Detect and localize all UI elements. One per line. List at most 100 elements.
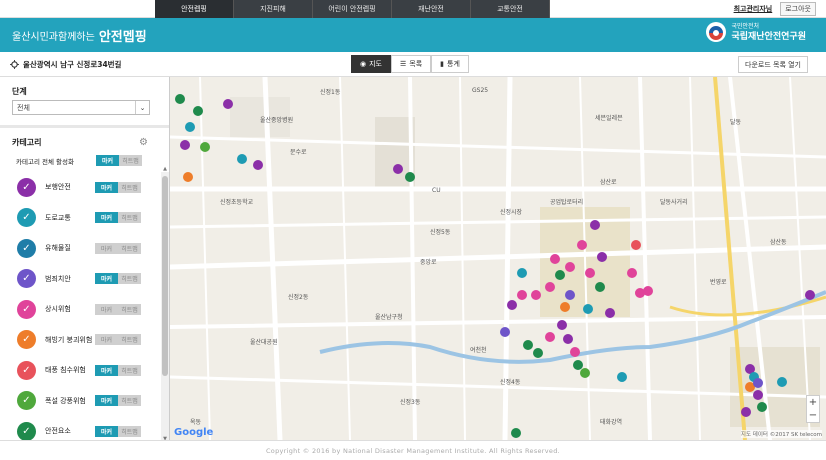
tab-disaster-safety[interactable]: 재난안전 bbox=[392, 0, 471, 18]
category-toggle: 마커 히트맵 bbox=[95, 364, 141, 376]
category-toggle: 마커 히트맵 bbox=[95, 181, 141, 193]
view-map-label: 지도 bbox=[369, 60, 382, 68]
all-marker-toggle[interactable]: 마커 bbox=[96, 155, 119, 166]
location-text: 울산광역시 남구 신정로34번길 bbox=[23, 59, 122, 69]
map-canvas[interactable]: 신정1동 신정2동 신정3동 신정4동 신정5동 옥동 달동 삼산동 울산대공원… bbox=[170, 77, 826, 440]
zoom-out-button[interactable]: − bbox=[807, 409, 819, 422]
category-toggle: 마커 히트맵 bbox=[95, 425, 141, 437]
zoom-in-button[interactable]: + bbox=[807, 396, 819, 409]
category-item[interactable]: ✓ 범죄치안 마커 히트맵 bbox=[0, 264, 160, 295]
map-label: 삼산동 bbox=[770, 239, 787, 246]
category-label: 안전요소 bbox=[45, 427, 71, 436]
chart-icon: ▮ bbox=[440, 60, 445, 68]
marker-toggle[interactable]: 마커 bbox=[95, 273, 118, 285]
heatmap-toggle[interactable]: 히트맵 bbox=[118, 334, 141, 346]
tab-safety-mapping[interactable]: 안전렙핑 bbox=[155, 0, 234, 18]
view-list-label: 목록 bbox=[409, 60, 423, 68]
check-icon: ✓ bbox=[17, 421, 36, 441]
marker-toggle[interactable]: 마커 bbox=[95, 395, 118, 407]
category-list: ✓ 보행안전 마커 히트맵 ✓ 도로교통 마커 히트맵 ✓ 유해물질 마커 히트… bbox=[0, 172, 160, 447]
org-ministry: 국민안전처 bbox=[731, 23, 760, 30]
map-label: 삼산로 bbox=[600, 179, 617, 186]
category-label: 상시위험 bbox=[45, 305, 71, 314]
view-stats-label: 통계 bbox=[447, 60, 460, 68]
heatmap-toggle[interactable]: 히트맵 bbox=[118, 425, 141, 437]
all-heatmap-toggle[interactable]: 히트맵 bbox=[119, 155, 142, 166]
view-map-button[interactable]: ◉ 지도 bbox=[351, 55, 391, 73]
category-label: 도로교통 bbox=[45, 213, 71, 222]
heatmap-toggle[interactable]: 히트맵 bbox=[118, 395, 141, 407]
map-label: 울산중앙병원 bbox=[260, 117, 294, 124]
category-title: 카테고리 bbox=[12, 138, 42, 147]
scroll-up-icon[interactable]: ▲ bbox=[161, 166, 169, 172]
tab-earthquake[interactable]: 지진피해 bbox=[234, 0, 313, 18]
category-label: 유해물질 bbox=[45, 244, 71, 253]
category-item[interactable]: ✓ 보행안전 마커 히트맵 bbox=[0, 172, 160, 203]
scroll-thumb[interactable] bbox=[162, 176, 168, 376]
crosshair-icon[interactable] bbox=[10, 59, 19, 69]
map-label: 세븐일레븐 bbox=[595, 115, 623, 122]
sidebar-scrollbar[interactable]: ▲ ▼ bbox=[161, 166, 169, 442]
map-label: 신정3동 bbox=[400, 399, 421, 406]
logout-button[interactable]: 로그아웃 bbox=[780, 2, 816, 16]
map-label: 번영로 bbox=[710, 279, 727, 286]
check-icon: ✓ bbox=[17, 208, 36, 228]
pin-icon: ◉ bbox=[360, 60, 367, 68]
google-logo: Google bbox=[174, 427, 213, 438]
map-label: 문수로 bbox=[290, 149, 307, 156]
category-item[interactable]: ✓ 상시위험 마커 히트맵 bbox=[0, 294, 160, 325]
map-label: 태화강역 bbox=[600, 419, 623, 426]
category-item[interactable]: ✓ 해빙기 붕괴위험 마커 히트맵 bbox=[0, 325, 160, 356]
heatmap-toggle[interactable]: 히트맵 bbox=[118, 242, 141, 254]
tab-traffic-safety[interactable]: 교통안전 bbox=[471, 0, 550, 18]
category-item[interactable]: ✓ 도로교통 마커 히트맵 bbox=[0, 203, 160, 234]
view-stats-button[interactable]: ▮ 통계 bbox=[431, 55, 469, 73]
map-label: 울산남구청 bbox=[375, 314, 403, 321]
check-icon: ✓ bbox=[17, 269, 36, 289]
marker-toggle[interactable]: 마커 bbox=[95, 242, 118, 254]
check-icon: ✓ bbox=[17, 360, 36, 380]
marker-toggle[interactable]: 마커 bbox=[95, 425, 118, 437]
category-toggle: 마커 히트맵 bbox=[95, 273, 141, 285]
current-location: 울산광역시 남구 신정로34번길 bbox=[10, 52, 121, 76]
category-label: 보행안전 bbox=[45, 183, 71, 192]
zoom-control: + − bbox=[806, 395, 820, 423]
marker-toggle[interactable]: 마커 bbox=[95, 212, 118, 224]
marker-toggle[interactable]: 마커 bbox=[95, 334, 118, 346]
map-label: 신정시장 bbox=[500, 209, 523, 216]
heatmap-toggle[interactable]: 히트맵 bbox=[118, 364, 141, 376]
level-title: 단계 bbox=[12, 87, 27, 96]
marker-toggle[interactable]: 마커 bbox=[95, 181, 118, 193]
admin-link[interactable]: 최고관리자님 bbox=[734, 4, 773, 14]
map-label: 울산대공원 bbox=[250, 339, 278, 346]
map-label: 신정1동 bbox=[320, 89, 341, 96]
heatmap-toggle[interactable]: 히트맵 bbox=[118, 273, 141, 285]
category-item[interactable]: ✓ 태풍 침수위험 마커 히트맵 bbox=[0, 355, 160, 386]
tab-child-safety[interactable]: 어린이 안전렙핑 bbox=[313, 0, 392, 18]
download-list-button[interactable]: 다운로드 목록 열기 bbox=[738, 56, 808, 73]
category-item[interactable]: ✓ 폭설 강풍위험 마커 히트맵 bbox=[0, 386, 160, 417]
footer: Copyright © 2016 by National Disaster Ma… bbox=[0, 440, 826, 460]
toolbar: 울산광역시 남구 신정로34번길 ◉ 지도 ☰ 목록 ▮ 통계 다운로드 목록 … bbox=[0, 52, 826, 77]
divider bbox=[0, 125, 169, 128]
view-list-button[interactable]: ☰ 목록 bbox=[391, 55, 432, 73]
list-icon: ☰ bbox=[400, 60, 407, 68]
heatmap-toggle[interactable]: 히트맵 bbox=[118, 181, 141, 193]
category-all-toggle: 마커 히트맵 bbox=[96, 155, 142, 166]
map-label: 신정5동 bbox=[430, 229, 451, 236]
brand-subtitle: 울산시민과함께하는 bbox=[12, 31, 95, 43]
category-item[interactable]: ✓ 유해물질 마커 히트맵 bbox=[0, 233, 160, 264]
gear-icon[interactable]: ⚙ bbox=[139, 137, 148, 148]
check-icon: ✓ bbox=[17, 299, 36, 319]
heatmap-toggle[interactable]: 히트맵 bbox=[118, 212, 141, 224]
top-navigation: 안전렙핑 지진피해 어린이 안전렙핑 재난안전 교통안전 최고관리자님 로그아웃 bbox=[0, 0, 826, 18]
marker-toggle[interactable]: 마커 bbox=[95, 364, 118, 376]
category-label: 범죄치안 bbox=[45, 274, 71, 283]
check-icon: ✓ bbox=[17, 391, 36, 411]
level-select[interactable]: 전체 ⌄ bbox=[12, 100, 150, 115]
category-label: 해빙기 붕괴위험 bbox=[45, 335, 93, 344]
heatmap-toggle[interactable]: 히트맵 bbox=[118, 303, 141, 315]
map-attribution[interactable]: 지도 데이터 ©2017 SK telecom bbox=[740, 430, 822, 438]
brand[interactable]: 울산시민과함께하는 안전멥핑 bbox=[12, 18, 147, 52]
marker-toggle[interactable]: 마커 bbox=[95, 303, 118, 315]
